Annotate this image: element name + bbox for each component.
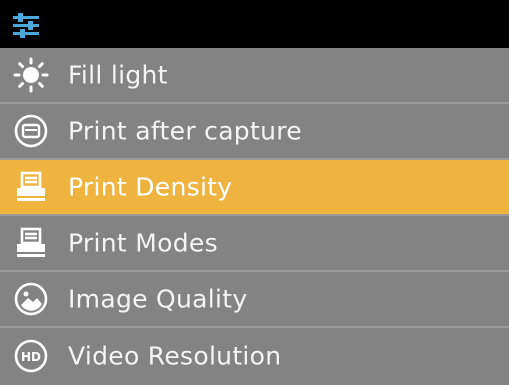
printer-icon [17,227,45,257]
menu-item-label: Video Resolution [68,341,282,371]
menu-item-print-after-capture[interactable]: Print after capture [0,104,509,160]
menu-item-label: Image Quality [68,284,248,314]
settings-sliders-icon[interactable] [11,11,41,41]
sun-icon [13,57,49,93]
top-bar [0,0,509,48]
image-quality-icon [14,282,48,316]
settings-menu: Fill light Print after capture Print Den… [0,48,509,385]
menu-item-label: Print after capture [68,116,302,146]
menu-item-label: Print Density [68,172,233,202]
svg-text:HD: HD [21,350,41,364]
menu-item-print-modes[interactable]: Print Modes [0,216,509,272]
menu-item-fill-light[interactable]: Fill light [0,48,509,104]
menu-item-video-resolution[interactable]: HD Video Resolution [0,328,509,384]
hd-icon: HD [14,339,48,373]
menu-item-label: Fill light [68,60,168,90]
menu-screen: Fill light Print after capture Print Den… [0,0,509,385]
print-after-capture-icon [14,114,48,148]
menu-item-label: Print Modes [68,228,218,258]
menu-item-print-density[interactable]: Print Density [0,160,509,216]
printer-icon [17,171,45,201]
menu-item-image-quality[interactable]: Image Quality [0,272,509,328]
